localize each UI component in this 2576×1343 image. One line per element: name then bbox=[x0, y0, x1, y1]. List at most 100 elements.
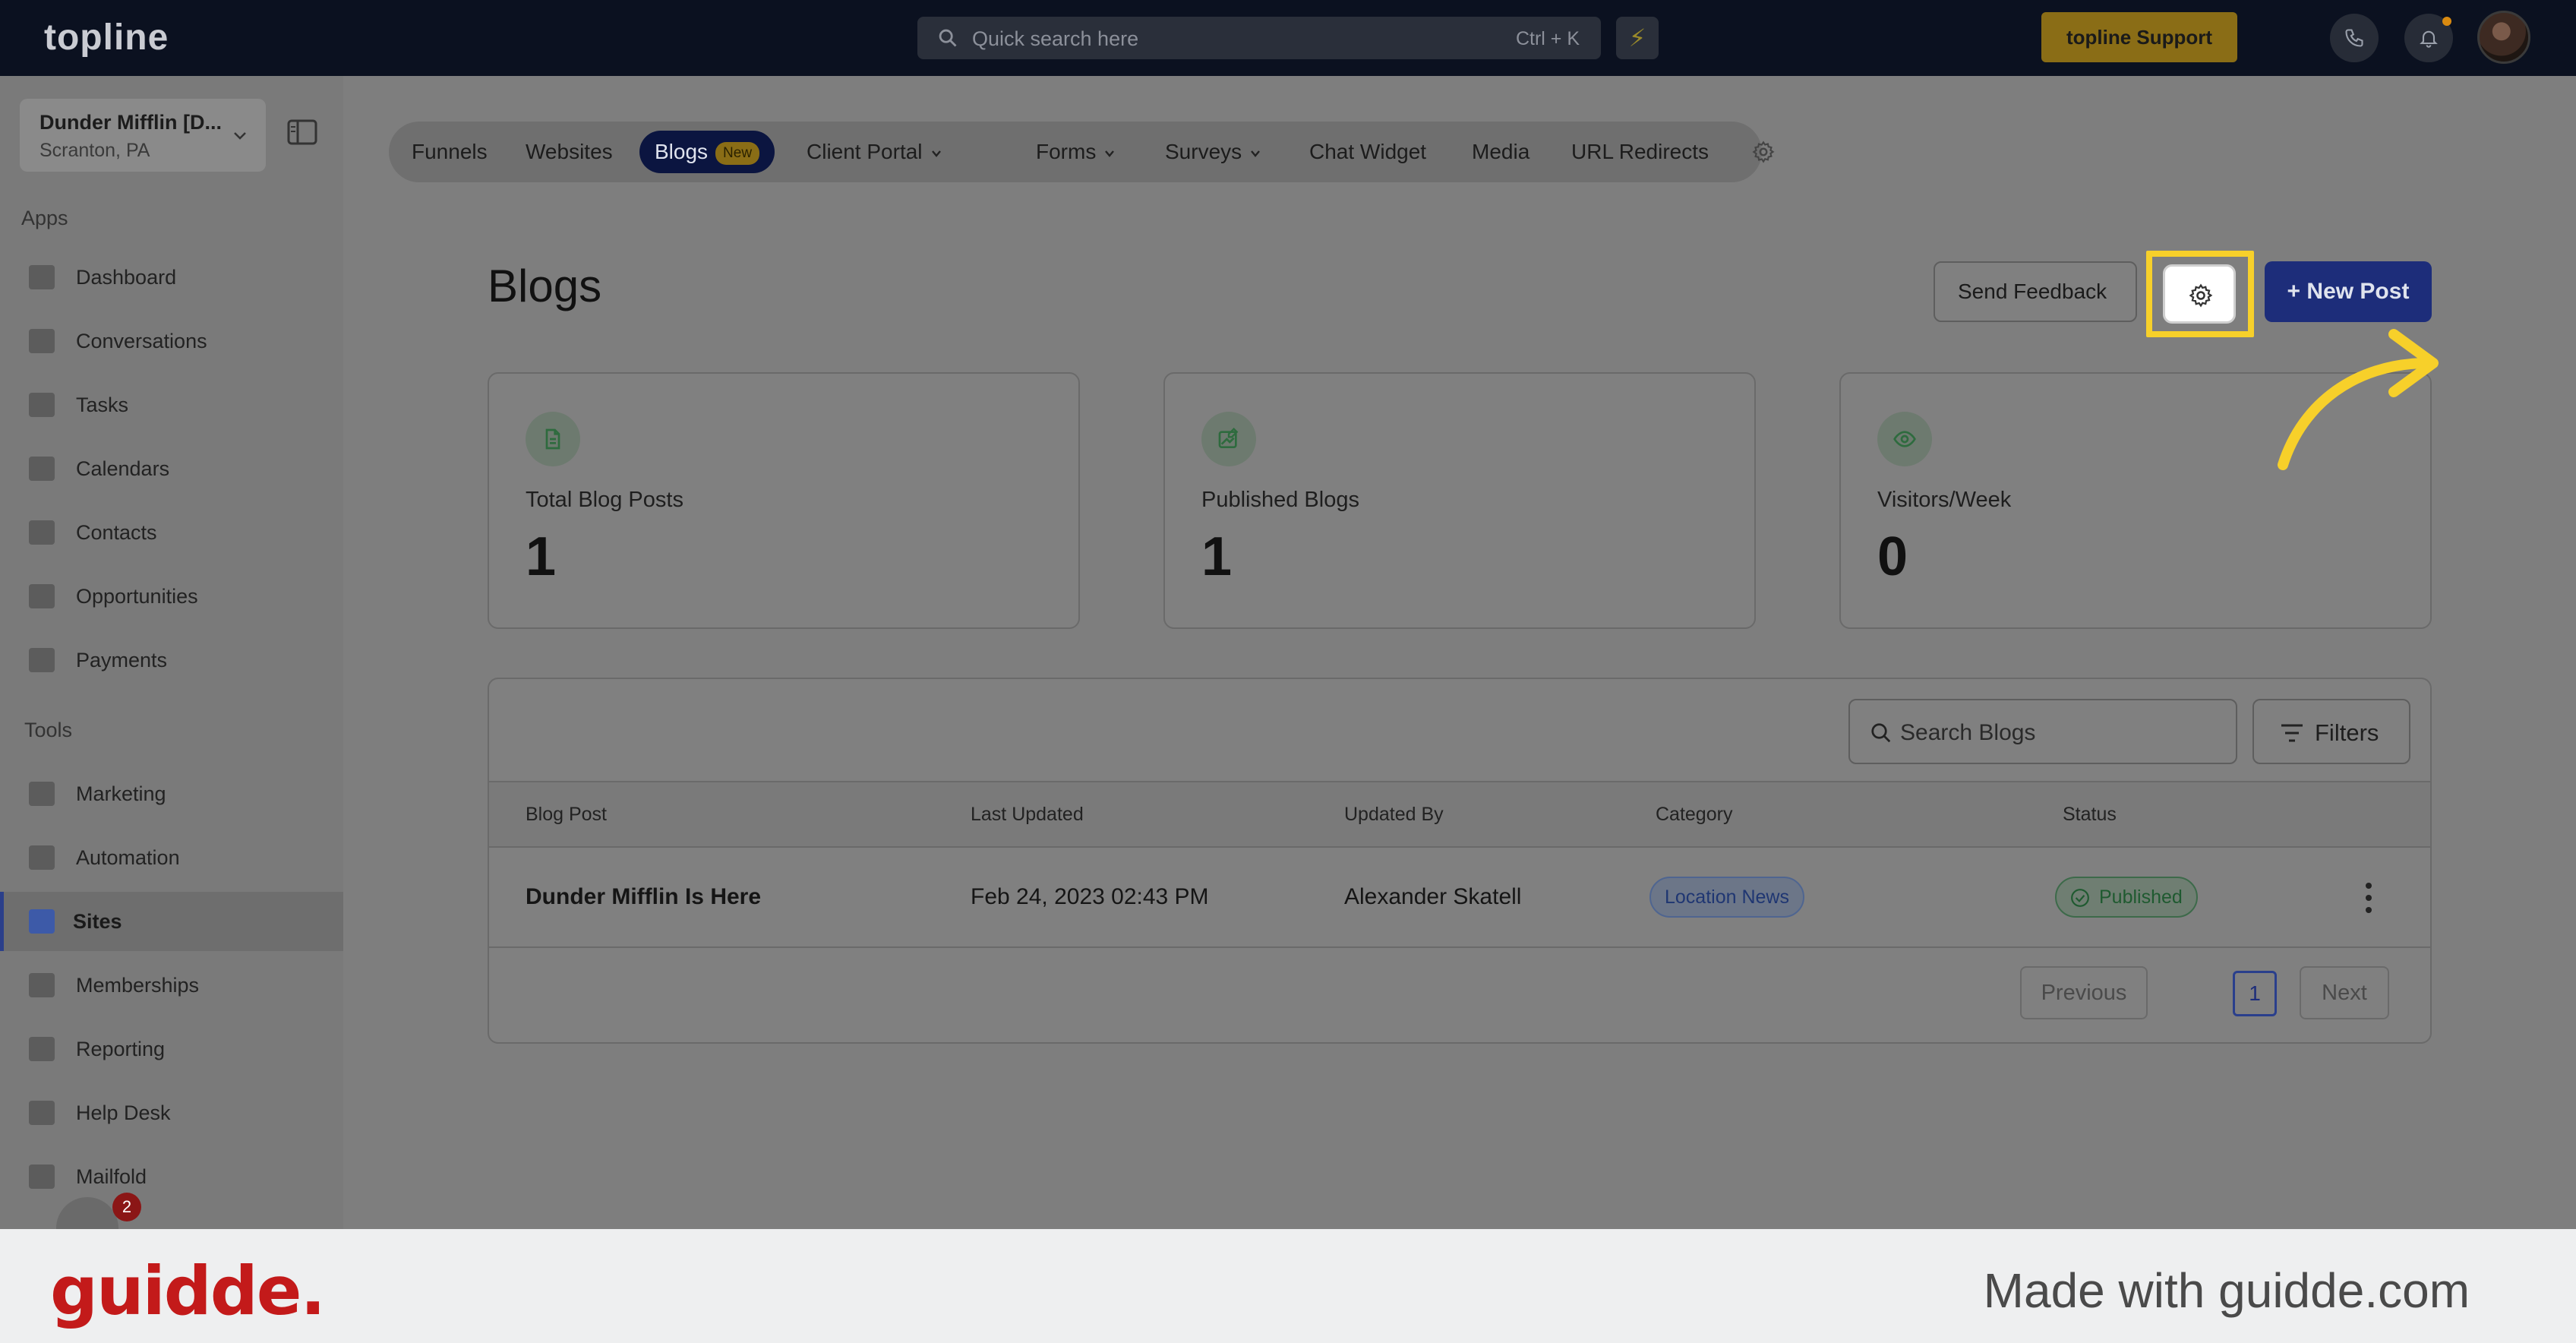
support-button[interactable]: topline Support bbox=[2041, 12, 2237, 62]
tab-blogs[interactable]: Blogs New bbox=[639, 131, 775, 173]
lightning-icon[interactable]: ⚡ bbox=[1616, 17, 1659, 59]
sidebar-item-label: Reporting bbox=[76, 1038, 166, 1060]
phone-button[interactable] bbox=[2330, 14, 2379, 62]
app-logo[interactable]: topline bbox=[44, 17, 169, 58]
previous-page-button[interactable]: Previous bbox=[2020, 966, 2148, 1019]
filter-icon bbox=[2281, 724, 2303, 742]
next-page-button[interactable]: Next bbox=[2300, 966, 2389, 1019]
search-icon bbox=[939, 29, 957, 47]
sidebar-item-marketing[interactable]: Marketing bbox=[0, 764, 343, 823]
column-header[interactable]: Blog Post bbox=[526, 804, 607, 826]
contact-icon bbox=[29, 520, 55, 545]
sidebar-item-opportunities[interactable]: Opportunities bbox=[0, 567, 343, 626]
column-header[interactable]: Status bbox=[2063, 804, 2117, 826]
search-blogs-input[interactable]: Search Blogs bbox=[1848, 699, 2237, 764]
status-label: Published bbox=[2099, 886, 2183, 908]
sidebar-item-label: Sites bbox=[73, 910, 122, 933]
calendar-icon bbox=[29, 457, 55, 481]
step-highlight-box bbox=[2146, 251, 2254, 337]
sidebar-item-label: Mailfold bbox=[76, 1165, 147, 1188]
column-header[interactable]: Updated By bbox=[1344, 804, 1444, 826]
quick-search-input[interactable]: Quick search here Ctrl + K bbox=[917, 17, 1601, 59]
account-switcher[interactable]: Dunder Mifflin [D... Scranton, PA bbox=[20, 99, 266, 172]
sidebar-item-reporting[interactable]: Reporting bbox=[0, 1019, 343, 1079]
account-name: Dunder Mifflin [D... bbox=[39, 111, 222, 134]
active-indicator bbox=[0, 892, 4, 951]
tab-media[interactable]: Media bbox=[1472, 135, 1530, 169]
document-icon bbox=[526, 412, 580, 466]
tab-url-redirects[interactable]: URL Redirects bbox=[1571, 135, 1709, 169]
chevron-down-icon bbox=[234, 132, 246, 140]
tab-websites[interactable]: Websites bbox=[526, 135, 613, 169]
sidebar-item-calendars[interactable]: Calendars bbox=[0, 439, 343, 498]
sidebar-item-payments[interactable]: Payments bbox=[0, 630, 343, 690]
new-post-button[interactable]: + New Post bbox=[2265, 261, 2432, 322]
stat-label: Visitors/Week bbox=[1877, 488, 2012, 512]
tab-surveys-label: Surveys bbox=[1165, 140, 1242, 163]
stat-card-total-posts: Total Blog Posts 1 bbox=[488, 372, 1080, 629]
table-row[interactable]: Dunder Mifflin Is Here Feb 24, 2023 02:4… bbox=[489, 848, 2430, 948]
search-shortcut: Ctrl + K bbox=[1515, 28, 1580, 49]
column-header[interactable]: Last Updated bbox=[971, 804, 1084, 826]
target-icon bbox=[29, 584, 55, 608]
apps-heading: Apps bbox=[21, 207, 68, 229]
sidebar-item-help-desk[interactable]: Help Desk bbox=[0, 1083, 343, 1142]
sidebar-item-label: Conversations bbox=[76, 330, 207, 352]
pointer-arrow-icon bbox=[2278, 329, 2439, 470]
tab-client-portal-label: Client Portal bbox=[807, 140, 923, 163]
main-content: Funnels Websites Blogs New Client Portal … bbox=[343, 76, 2576, 1229]
sidebar-item-label: Tasks bbox=[76, 393, 129, 416]
sidebar-item-conversations[interactable]: Conversations bbox=[0, 311, 343, 371]
tab-funnels[interactable]: Funnels bbox=[412, 135, 488, 169]
sidebar-item-mailfold[interactable]: Mailfold bbox=[0, 1147, 343, 1206]
check-circle-icon bbox=[2071, 889, 2089, 907]
pie-icon bbox=[29, 1037, 55, 1061]
table-header: Blog Post Last Updated Updated By Catego… bbox=[489, 781, 2430, 848]
sidebar-item-label: Contacts bbox=[76, 521, 157, 544]
stat-label: Total Blog Posts bbox=[526, 488, 683, 512]
sidebar-item-label: Payments bbox=[76, 649, 168, 672]
send-feedback-button[interactable]: Send Feedback bbox=[1934, 261, 2137, 322]
search-icon bbox=[1871, 723, 1891, 743]
current-page[interactable]: 1 bbox=[2233, 971, 2277, 1016]
more-options-icon[interactable] bbox=[2363, 880, 2374, 916]
blog-post-title[interactable]: Dunder Mifflin Is Here bbox=[526, 884, 761, 910]
filters-button[interactable]: Filters bbox=[2252, 699, 2410, 764]
settings-gear-icon[interactable] bbox=[1751, 140, 1776, 164]
chevron-down-icon bbox=[1251, 150, 1261, 157]
tab-chat-widget[interactable]: Chat Widget bbox=[1309, 135, 1426, 169]
notification-dot bbox=[2442, 17, 2451, 26]
sidebar-item-tasks[interactable]: Tasks bbox=[0, 375, 343, 434]
help-icon bbox=[29, 1101, 55, 1125]
image-edit-icon bbox=[1201, 412, 1256, 466]
stat-card-published: Published Blogs 1 bbox=[1163, 372, 1756, 629]
sites-tab-bar: Funnels Websites Blogs New Client Portal … bbox=[389, 122, 1775, 182]
tab-forms-label: Forms bbox=[1036, 140, 1097, 163]
sidebar-item-sites[interactable]: Sites bbox=[0, 892, 343, 951]
filters-label: Filters bbox=[2315, 719, 2379, 746]
column-header[interactable]: Category bbox=[1656, 804, 1732, 826]
category-badge: Location News bbox=[1649, 877, 1804, 918]
sidebar-item-memberships[interactable]: Memberships bbox=[0, 956, 343, 1015]
tools-heading: Tools bbox=[24, 719, 73, 741]
megaphone-icon bbox=[29, 782, 55, 806]
sidebar-item-label: Automation bbox=[76, 846, 180, 869]
last-updated: Feb 24, 2023 02:43 PM bbox=[971, 884, 1209, 909]
collapse-sidebar-icon[interactable] bbox=[287, 118, 317, 146]
sidebar-item-contacts[interactable]: Contacts bbox=[0, 503, 343, 562]
search-blogs-placeholder: Search Blogs bbox=[1900, 720, 2036, 745]
status-badge: Published bbox=[2055, 877, 2198, 918]
tab-client-portal[interactable]: Client Portal bbox=[807, 135, 942, 169]
tab-surveys[interactable]: Surveys bbox=[1165, 135, 1261, 169]
sidebar-item-label: Marketing bbox=[76, 782, 166, 805]
sidebar-item-automation[interactable]: Automation bbox=[0, 828, 343, 887]
stat-value: 1 bbox=[1201, 526, 1233, 587]
avatar[interactable] bbox=[2477, 11, 2530, 64]
tab-forms[interactable]: Forms bbox=[1036, 135, 1116, 169]
sidebar-item-dashboard[interactable]: Dashboard bbox=[0, 248, 343, 307]
account-location: Scranton, PA bbox=[39, 140, 150, 161]
gears-icon bbox=[29, 845, 55, 870]
members-icon bbox=[29, 973, 55, 997]
guidde-footer: guidde. Made with guidde.com bbox=[0, 1229, 2576, 1343]
stat-value: 0 bbox=[1877, 526, 1908, 587]
